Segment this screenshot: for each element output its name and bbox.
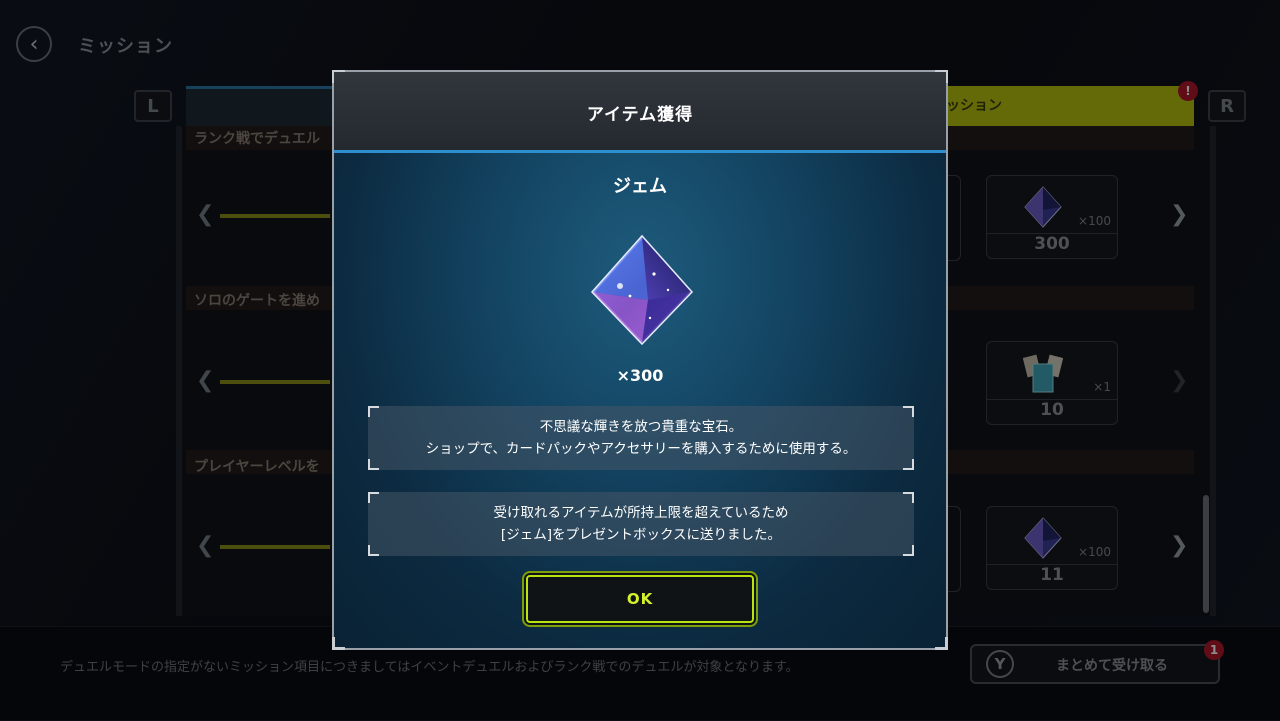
notice-line: [ジェム]をプレゼントボックスに送りました。 [500, 527, 782, 543]
gem-icon [590, 234, 694, 346]
ok-button-label: OK [626, 590, 654, 608]
item-description: 不思議な輝きを放つ貴重な宝石。 ショップで、カードパックやアクセサリーを購入する… [368, 406, 914, 470]
bracket-ornament [903, 406, 914, 417]
description-line: ショップで、カードパックやアクセサリーを購入するために使用する。 [425, 441, 857, 457]
bracket-ornament [368, 492, 379, 503]
overflow-notice: 受け取れるアイテムが所持上限を超えているため [ジェム]をプレゼントボックスに送… [368, 492, 914, 556]
bracket-ornament [903, 545, 914, 556]
description-line: 不思議な輝きを放つ貴重な宝石。 [539, 419, 743, 435]
item-name: ジェム [613, 176, 667, 197]
bracket-ornament [903, 459, 914, 470]
bracket-ornament [368, 459, 379, 470]
ok-button[interactable]: OK [526, 575, 754, 623]
bracket-ornament [903, 492, 914, 503]
item-quantity: ×300 [616, 366, 664, 385]
corner-ornament [332, 637, 345, 650]
bracket-ornament [368, 406, 379, 417]
bracket-ornament [368, 545, 379, 556]
dialog-header: アイテム獲得 [334, 72, 946, 153]
item-obtained-dialog: アイテム獲得 ジェム ×300 不思議な輝きを放つ貴重な宝石。 ショップで、カー… [332, 70, 948, 650]
notice-line: 受け取れるアイテムが所持上限を超えているため [493, 505, 789, 521]
corner-ornament [935, 637, 948, 650]
dialog-title: アイテム獲得 [586, 105, 694, 125]
